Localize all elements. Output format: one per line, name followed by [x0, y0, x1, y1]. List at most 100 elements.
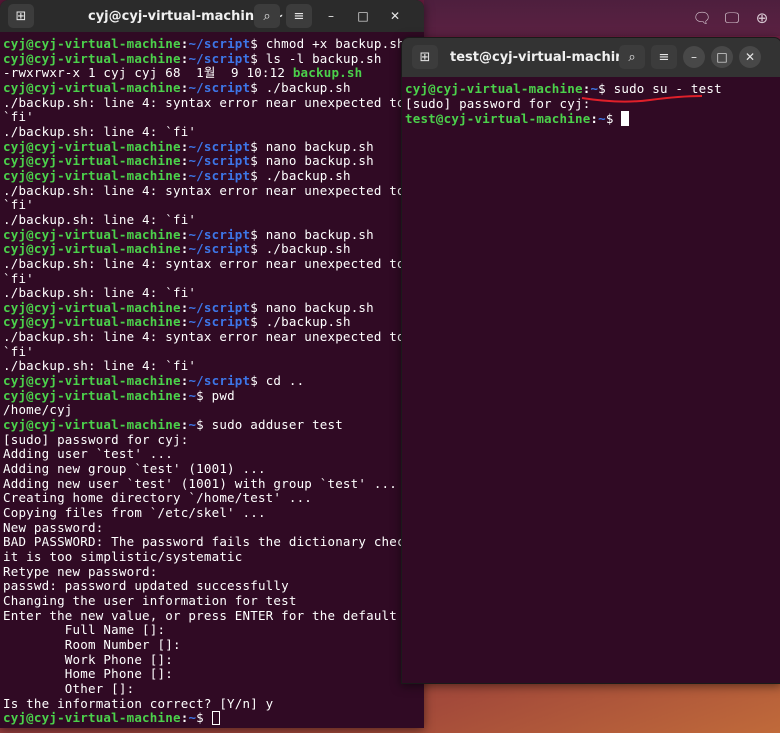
terminal-line: cyj@cyj-virtual-machine:~$ sudo adduser … [3, 417, 424, 433]
prompt-user: cyj@cyj-virtual-machine [3, 373, 181, 389]
prompt-dollar: $ [250, 36, 258, 51]
terminal-window-right[interactable]: ⊞ test@cyj-virtual-machin... ⌕ ≡ – □ ✕ c… [401, 37, 780, 684]
terminal-line: Changing the user information for test [3, 593, 424, 609]
menu-icon[interactable]: ≡ [286, 4, 312, 28]
terminal-line: `fi' [3, 197, 424, 213]
prompt-user: cyj@cyj-virtual-machine [3, 710, 181, 726]
prompt-path: ~/script [188, 138, 251, 154]
terminal-line: `fi' [3, 109, 424, 125]
output-text: ./backup.sh: line 4: `fi' [3, 123, 197, 139]
terminal-line: ./backup.sh: line 4: `fi' [3, 359, 424, 374]
terminal-line: [sudo] password for cyj: [3, 432, 424, 448]
terminal-line: [sudo] password for cyj: [405, 95, 780, 112]
terminal-line: `fi' [3, 271, 424, 287]
prompt-user: cyj@cyj-virtual-machine [405, 81, 583, 96]
command-text: nano backup.sh [257, 138, 374, 154]
terminal-line: ./backup.sh: line 4: syntax error near u… [3, 256, 424, 272]
titlebar[interactable]: ⊞ cyj@cyj-virtual-machine: ~ ⌕ ≡ – □ ✕ [0, 0, 424, 32]
prompt-separator: : [590, 111, 599, 127]
terminal-line: Work Phone []: [3, 652, 424, 668]
terminal-line: Adding new group `test' (1001) ... [3, 461, 424, 477]
search-icon[interactable]: ⌕ [254, 4, 280, 28]
minimize-button[interactable]: – [683, 46, 705, 68]
terminal-line: cyj@cyj-virtual-machine:~/script$ ./back… [3, 167, 424, 184]
command-text: nano backup.sh [257, 299, 374, 315]
terminal-line: cyj@cyj-virtual-machine:~/script$ ./back… [3, 241, 424, 257]
prompt-path: ~/script [188, 167, 251, 183]
prompt-dollar: $ [250, 153, 258, 169]
output-text: New password: [3, 519, 104, 535]
prompt-user: cyj@cyj-virtual-machine [3, 417, 181, 433]
command-text: nano backup.sh [257, 226, 374, 242]
titlebar[interactable]: ⊞ test@cyj-virtual-machin... ⌕ ≡ – □ ✕ [402, 38, 780, 77]
terminal-line: ./backup.sh: line 4: syntax error near u… [3, 95, 424, 111]
prompt-path: ~/script [188, 50, 251, 66]
prompt-dollar: $ [196, 387, 204, 403]
desktop-tray: 🗨 🖵 ⊕ [690, 6, 774, 30]
terminal-line: cyj@cyj-virtual-machine:~$ sudo su - tes… [405, 81, 780, 97]
output-text: Retype new password: [3, 563, 158, 579]
terminal-line: it is too simplistic/systematic [3, 549, 424, 565]
prompt-user: cyj@cyj-virtual-machine [3, 79, 181, 95]
close-button[interactable]: ✕ [382, 4, 408, 28]
terminal-output[interactable]: cyj@cyj-virtual-machine:~$ sudo su - tes… [402, 77, 780, 127]
prompt-path: ~/script [188, 36, 251, 51]
display-icon[interactable]: 🖵 [720, 6, 744, 30]
terminal-line: cyj@cyj-virtual-machine:~/script$ ./back… [3, 315, 424, 330]
text-cursor [211, 711, 220, 726]
command-text: ./backup.sh [257, 167, 351, 183]
output-text: ./backup.sh: line 4: syntax error near u… [3, 182, 424, 198]
terminal-window-left[interactable]: ⊞ cyj@cyj-virtual-machine: ~ ⌕ ≡ – □ ✕ c… [0, 0, 424, 728]
terminal-line: ./backup.sh: line 4: `fi' [3, 212, 424, 228]
terminal-line: Creating home directory `/home/test' ... [3, 491, 424, 506]
prompt-user: cyj@cyj-virtual-machine [3, 138, 181, 154]
output-text: Adding user `test' ... [3, 446, 173, 462]
prompt-dollar: $ [250, 167, 258, 183]
output-text: `fi' [3, 197, 34, 213]
minimize-button[interactable]: – [318, 4, 344, 28]
output-text: ./backup.sh: line 4: `fi' [3, 285, 197, 301]
terminal-line: cyj@cyj-virtual-machine:~/script$ nano b… [3, 226, 424, 243]
output-text: Home Phone []: [3, 666, 173, 682]
prompt-path: ~/script [188, 79, 251, 95]
new-tab-icon[interactable]: ⊞ [8, 4, 34, 28]
close-button[interactable]: ✕ [739, 46, 761, 68]
download-icon[interactable]: ⊕ [750, 6, 774, 30]
prompt-user: cyj@cyj-virtual-machine [3, 387, 181, 403]
terminal-line: cyj@cyj-virtual-machine:~/script$ ls -l … [3, 50, 424, 67]
terminal-line: Full Name []: [3, 622, 424, 638]
prompt-path: ~/script [188, 299, 251, 315]
prompt-user: cyj@cyj-virtual-machine [3, 36, 181, 51]
command-text: chmod +x backup.sh [257, 36, 405, 51]
output-text: [sudo] password for cyj: [405, 95, 591, 111]
new-tab-icon[interactable]: ⊞ [412, 45, 438, 69]
prompt-dollar: $ [598, 81, 606, 96]
prompt-dollar: $ [196, 417, 204, 433]
terminal-line: Home Phone []: [3, 666, 424, 682]
prompt-user: cyj@cyj-virtual-machine [3, 226, 181, 242]
terminal-line: Other []: [3, 681, 424, 697]
menu-icon[interactable]: ≡ [651, 45, 677, 69]
command-text: sudo adduser test [203, 417, 343, 433]
output-text: Copying files from `/etc/skel' ... [3, 505, 266, 520]
terminal-line: test@cyj-virtual-machine:~$ [405, 111, 780, 127]
maximize-button[interactable]: □ [711, 46, 733, 68]
terminal-line: Adding new user `test' (1001) with group… [3, 476, 424, 492]
prompt-dollar: $ [250, 50, 258, 66]
search-icon[interactable]: ⌕ [619, 45, 645, 69]
chat-icon[interactable]: 🗨 [690, 6, 714, 30]
terminal-line: Enter the new value, or press ENTER for … [3, 608, 424, 624]
command-text: nano backup.sh [257, 153, 374, 169]
output-text: passwd: password updated successfully [3, 578, 289, 594]
terminal-line: cyj@cyj-virtual-machine:~/script$ ./back… [3, 79, 424, 96]
command-text [204, 710, 212, 725]
terminal-output[interactable]: cyj@cyj-virtual-machine:~/script$ chmod … [0, 32, 424, 726]
prompt-path: ~/script [188, 373, 251, 389]
prompt-dollar: $ [250, 79, 258, 95]
terminal-line: cyj@cyj-virtual-machine:~/script$ nano b… [3, 138, 424, 155]
maximize-button[interactable]: □ [350, 4, 376, 28]
prompt-user: cyj@cyj-virtual-machine [3, 167, 181, 183]
output-text: Is the information correct? [Y/n] y [3, 695, 274, 711]
command-text: pwd [203, 387, 235, 403]
output-text: `fi' [3, 109, 34, 125]
